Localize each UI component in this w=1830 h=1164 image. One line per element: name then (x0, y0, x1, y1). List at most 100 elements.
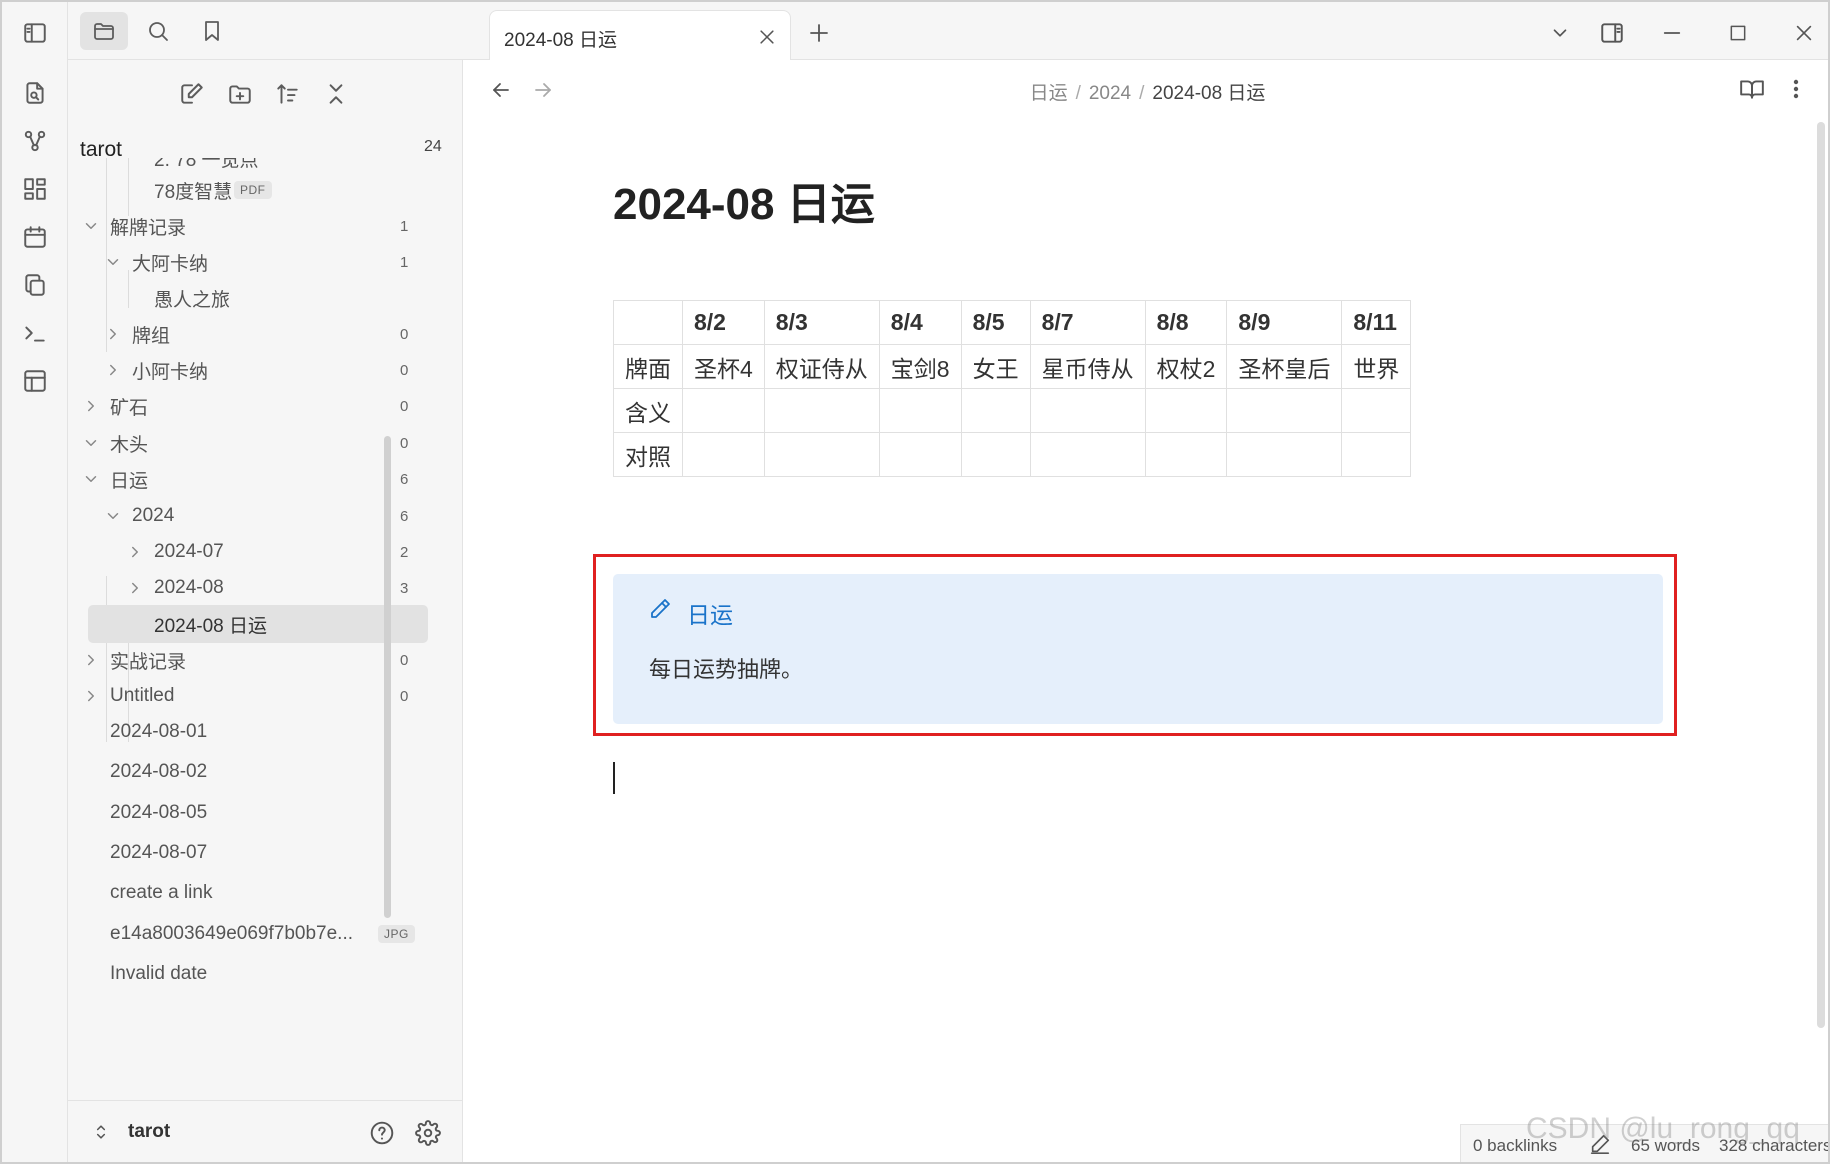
list-item[interactable]: e14a8003649e069f7b0b7e... JPG (68, 916, 438, 952)
table-cell[interactable]: 圣杯皇后 (1226, 344, 1343, 389)
table-cell[interactable]: 圣杯4 (682, 344, 765, 389)
sidebar-toggle-icon[interactable] (20, 18, 50, 48)
callout-body: 每日运势抽牌。 (649, 657, 804, 682)
folder-item[interactable]: 木头 0 (68, 425, 438, 461)
search-tab[interactable] (134, 12, 182, 50)
table-header-cell[interactable]: 8/7 (1029, 300, 1146, 345)
table-cell[interactable] (1144, 388, 1228, 433)
folder-item[interactable]: Untitled 0 (68, 678, 438, 714)
folder-item[interactable]: 解牌记录 1 (68, 208, 438, 244)
table-header-cell[interactable]: 8/2 (682, 300, 765, 345)
maximize-icon[interactable] (1723, 18, 1753, 48)
canvas-icon[interactable] (20, 174, 50, 204)
tab-active[interactable]: 2024-08 日运 (489, 10, 791, 61)
graph-view-icon[interactable] (20, 126, 50, 156)
table-cell[interactable] (1029, 388, 1146, 433)
table-row: 牌面 圣杯4 权证侍从 宝剑8 女王 星币侍从 权杖2 圣杯皇后 世界 (613, 344, 1412, 389)
minimize-icon[interactable] (1657, 18, 1687, 48)
folder-item[interactable]: 2024 6 (68, 498, 438, 534)
gear-icon[interactable] (414, 1119, 442, 1147)
terminal-icon[interactable] (20, 318, 50, 348)
callout-block[interactable]: 日运 每日运势抽牌。 (613, 574, 1663, 724)
breadcrumb-item[interactable]: 2024 (1089, 83, 1131, 104)
list-item-active[interactable]: 2024-08 日运 (88, 605, 428, 643)
bookmarks-tab[interactable] (188, 12, 236, 50)
table-header-cell[interactable]: 8/3 (763, 300, 880, 345)
vault-switcher[interactable]: tarot (128, 1121, 170, 1143)
close-icon[interactable] (756, 26, 778, 48)
list-item[interactable]: 愚人之旅 (68, 280, 438, 316)
table-cell[interactable] (682, 432, 765, 477)
chevron-right-icon (126, 579, 144, 597)
table-cell[interactable]: 含义 (613, 388, 683, 433)
table-header-cell[interactable]: 8/5 (960, 300, 1031, 345)
table-cell[interactable] (1341, 388, 1412, 433)
sidebar-scrollbar[interactable] (384, 436, 391, 918)
right-sidebar-toggle-icon[interactable] (1597, 18, 1627, 48)
list-item[interactable]: 78度智慧 PDF (68, 172, 438, 208)
table-cell[interactable] (763, 388, 880, 433)
list-item[interactable]: 2024-08-02 (68, 754, 438, 790)
watermark: CSDN @lu_rong_qq (1526, 1112, 1800, 1145)
folder-item[interactable]: 实战记录 0 (68, 642, 438, 678)
folder-item[interactable]: 小阿卡纳 0 (68, 352, 438, 388)
reading-mode-icon[interactable] (1737, 74, 1767, 104)
calendar-icon[interactable] (20, 222, 50, 252)
table-header-cell[interactable]: 8/4 (878, 300, 962, 345)
list-item[interactable]: 2024-08-05 (68, 795, 438, 831)
new-tab-icon[interactable] (806, 20, 832, 46)
table-cell[interactable]: 宝剑8 (878, 344, 962, 389)
bookmark-icon (205, 21, 219, 41)
breadcrumb-item[interactable]: 日运 (1030, 83, 1068, 104)
list-item[interactable]: 2024-08-01 (68, 714, 438, 750)
template-icon[interactable] (20, 366, 50, 396)
table-cell[interactable] (1226, 388, 1343, 433)
table-header-cell[interactable]: 8/9 (1226, 300, 1343, 345)
new-folder-button[interactable] (224, 78, 256, 110)
table-header-cell[interactable] (613, 300, 683, 345)
table-cell[interactable]: 权证侍从 (763, 344, 880, 389)
window-close-icon[interactable] (1789, 18, 1819, 48)
table-cell[interactable] (1226, 432, 1343, 477)
table-cell[interactable] (1144, 432, 1228, 477)
fortune-table[interactable]: 8/2 8/3 8/4 8/5 8/7 8/8 8/9 8/11 牌面 圣杯4 … (613, 300, 1412, 477)
table-cell[interactable] (878, 432, 962, 477)
table-cell[interactable]: 权杖2 (1144, 344, 1228, 389)
table-cell[interactable] (960, 432, 1031, 477)
list-item[interactable]: 2024-08-07 (68, 835, 438, 871)
list-item[interactable]: create a link (68, 875, 438, 911)
table-cell[interactable] (1029, 432, 1146, 477)
folder-item[interactable]: 2024-08 3 (68, 570, 438, 606)
table-cell[interactable]: 星币侍从 (1029, 344, 1146, 389)
table-cell[interactable] (682, 388, 765, 433)
new-note-button[interactable] (176, 78, 208, 110)
table-cell[interactable]: 对照 (613, 432, 683, 477)
table-cell[interactable] (878, 388, 962, 433)
folder-item[interactable]: 牌组 0 (68, 316, 438, 352)
folder-item[interactable]: 2024-07 2 (68, 534, 438, 570)
list-item[interactable]: Invalid date (68, 956, 438, 992)
chevron-down-icon[interactable] (1547, 20, 1573, 46)
sort-button[interactable] (272, 78, 304, 110)
table-cell[interactable] (960, 388, 1031, 433)
folder-item[interactable]: 大阿卡纳 1 (68, 244, 438, 280)
table-header-cell[interactable]: 8/8 (1144, 300, 1228, 345)
vault-switcher-icon[interactable] (90, 1121, 112, 1143)
table-cell[interactable] (763, 432, 880, 477)
copy-icon[interactable] (20, 270, 50, 300)
table-header-cell[interactable]: 8/11 (1341, 300, 1412, 345)
more-options-icon[interactable] (1783, 74, 1809, 104)
folder-item[interactable]: 矿石 0 (68, 388, 438, 424)
collapse-all-button[interactable] (320, 78, 352, 110)
ribbon (2, 2, 68, 1162)
editor-scrollbar[interactable] (1817, 122, 1825, 1028)
folder-item[interactable]: 日运 6 (68, 461, 438, 497)
table-cell[interactable] (1341, 432, 1412, 477)
switcher-icon[interactable] (20, 78, 50, 108)
files-tab[interactable] (80, 12, 128, 50)
breadcrumb-current[interactable]: 2024-08 日运 (1152, 83, 1265, 104)
help-icon[interactable] (368, 1119, 396, 1147)
table-cell[interactable]: 世界 (1341, 344, 1412, 389)
table-cell[interactable]: 女王 (960, 344, 1031, 389)
table-cell[interactable]: 牌面 (613, 344, 683, 389)
